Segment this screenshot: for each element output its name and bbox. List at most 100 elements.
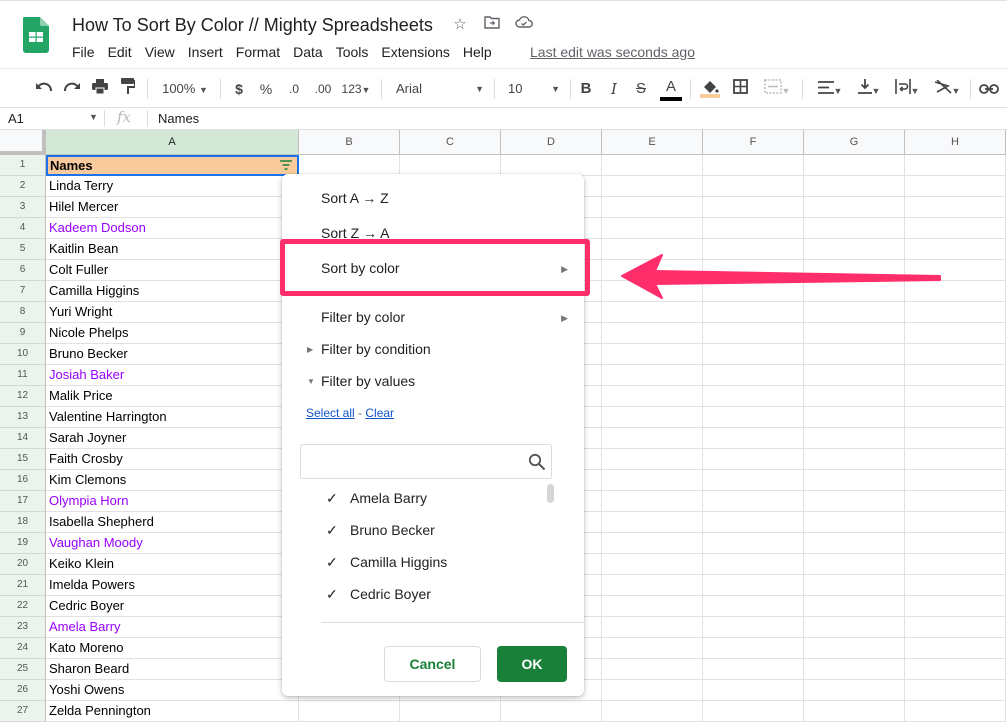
name-cell[interactable]: Linda Terry (46, 176, 299, 197)
borders-icon[interactable] (731, 78, 749, 100)
row-header[interactable]: 3 (0, 197, 46, 218)
empty-cell[interactable] (602, 386, 703, 407)
name-cell[interactable]: Yuri Wright (46, 302, 299, 323)
empty-cell[interactable] (703, 218, 804, 239)
empty-cell[interactable] (400, 701, 501, 722)
empty-cell[interactable] (703, 596, 804, 617)
empty-cell[interactable] (804, 638, 905, 659)
empty-cell[interactable] (703, 533, 804, 554)
empty-cell[interactable] (804, 470, 905, 491)
menu-extensions[interactable]: Extensions (381, 44, 449, 60)
expand-right-icon[interactable]: ▶ (307, 345, 313, 354)
empty-cell[interactable] (804, 512, 905, 533)
empty-cell[interactable] (905, 449, 1006, 470)
name-cell[interactable]: Kadeem Dodson (46, 218, 299, 239)
filter-by-color-item[interactable]: Filter by color (321, 309, 405, 325)
text-color-button[interactable]: A (660, 78, 682, 101)
name-box[interactable]: A1 (8, 111, 24, 126)
empty-cell[interactable] (703, 512, 804, 533)
insert-link-icon[interactable] (978, 78, 1000, 100)
checkmark-icon[interactable]: ✓ (326, 554, 350, 571)
empty-cell[interactable] (905, 470, 1006, 491)
row-header[interactable]: 10 (0, 344, 46, 365)
empty-cell[interactable] (905, 659, 1006, 680)
name-cell[interactable]: Valentine Harrington (46, 407, 299, 428)
checkmark-icon[interactable]: ✓ (326, 490, 350, 507)
name-cell[interactable]: Colt Fuller (46, 260, 299, 281)
checkmark-icon[interactable]: ✓ (326, 522, 350, 539)
empty-cell[interactable] (905, 512, 1006, 533)
empty-cell[interactable] (905, 302, 1006, 323)
filter-by-values-item[interactable]: Filter by values (321, 373, 415, 389)
row-header[interactable]: 7 (0, 281, 46, 302)
empty-cell[interactable] (804, 155, 905, 176)
font-select[interactable]: Arial ▼ (396, 78, 488, 100)
name-cell[interactable]: Vaughan Moody (46, 533, 299, 554)
menu-edit[interactable]: Edit (108, 44, 132, 60)
empty-cell[interactable] (703, 407, 804, 428)
zoom-select[interactable]: 100% ▼ (160, 78, 210, 100)
empty-cell[interactable] (804, 344, 905, 365)
empty-cell[interactable] (602, 596, 703, 617)
empty-cell[interactable] (703, 575, 804, 596)
paint-format-icon[interactable] (118, 78, 138, 100)
empty-cell[interactable] (703, 386, 804, 407)
empty-cell[interactable] (804, 596, 905, 617)
menu-view[interactable]: View (145, 44, 175, 60)
name-cell[interactable]: Hilel Mercer (46, 197, 299, 218)
empty-cell[interactable] (905, 218, 1006, 239)
name-cell[interactable]: Kaitlin Bean (46, 239, 299, 260)
cloud-status-icon[interactable] (515, 15, 533, 33)
row-header[interactable]: 2 (0, 176, 46, 197)
empty-cell[interactable] (703, 554, 804, 575)
empty-cell[interactable] (501, 701, 602, 722)
empty-cell[interactable] (905, 638, 1006, 659)
empty-cell[interactable] (703, 701, 804, 722)
name-cell[interactable]: Faith Crosby (46, 449, 299, 470)
empty-cell[interactable] (905, 407, 1006, 428)
move-to-folder-icon[interactable] (483, 15, 501, 33)
row-header[interactable]: 15 (0, 449, 46, 470)
empty-cell[interactable] (602, 512, 703, 533)
row-header[interactable]: 19 (0, 533, 46, 554)
name-cell[interactable]: Isabella Shepherd (46, 512, 299, 533)
column-header-d[interactable]: D (501, 130, 602, 155)
menu-file[interactable]: File (72, 44, 95, 60)
document-title[interactable]: How To Sort By Color // Mighty Spreadshe… (72, 15, 433, 36)
filter-value-item[interactable]: ✓ Camilla Higgins (326, 552, 447, 572)
empty-cell[interactable] (703, 176, 804, 197)
row-header[interactable]: 25 (0, 659, 46, 680)
empty-cell[interactable] (804, 533, 905, 554)
filter-by-condition-item[interactable]: Filter by condition (321, 341, 431, 357)
empty-cell[interactable] (602, 701, 703, 722)
row-header[interactable]: 6 (0, 260, 46, 281)
decrease-decimal-button[interactable]: .0 (284, 78, 304, 100)
empty-cell[interactable] (602, 407, 703, 428)
empty-cell[interactable] (905, 344, 1006, 365)
row-header[interactable]: 14 (0, 428, 46, 449)
row-header[interactable]: 5 (0, 239, 46, 260)
empty-cell[interactable] (905, 680, 1006, 701)
empty-cell[interactable] (703, 617, 804, 638)
empty-cell[interactable] (905, 491, 1006, 512)
menu-help[interactable]: Help (463, 44, 492, 60)
font-size-select[interactable]: 10 ▼ (508, 78, 566, 100)
empty-cell[interactable] (905, 596, 1006, 617)
empty-cell[interactable] (299, 155, 400, 176)
row-header[interactable]: 26 (0, 680, 46, 701)
name-cell[interactable]: Malik Price (46, 386, 299, 407)
last-edit-link[interactable]: Last edit was seconds ago (530, 44, 695, 60)
empty-cell[interactable] (703, 302, 804, 323)
empty-cell[interactable] (905, 197, 1006, 218)
empty-cell[interactable] (804, 659, 905, 680)
empty-cell[interactable] (804, 491, 905, 512)
empty-cell[interactable] (703, 491, 804, 512)
empty-cell[interactable] (703, 449, 804, 470)
empty-cell[interactable] (804, 449, 905, 470)
clear-link[interactable]: Clear (365, 406, 394, 420)
empty-cell[interactable] (804, 218, 905, 239)
empty-cell[interactable] (905, 428, 1006, 449)
name-cell[interactable]: Sharon Beard (46, 659, 299, 680)
row-header[interactable]: 24 (0, 638, 46, 659)
percent-format-button[interactable]: % (258, 78, 274, 100)
